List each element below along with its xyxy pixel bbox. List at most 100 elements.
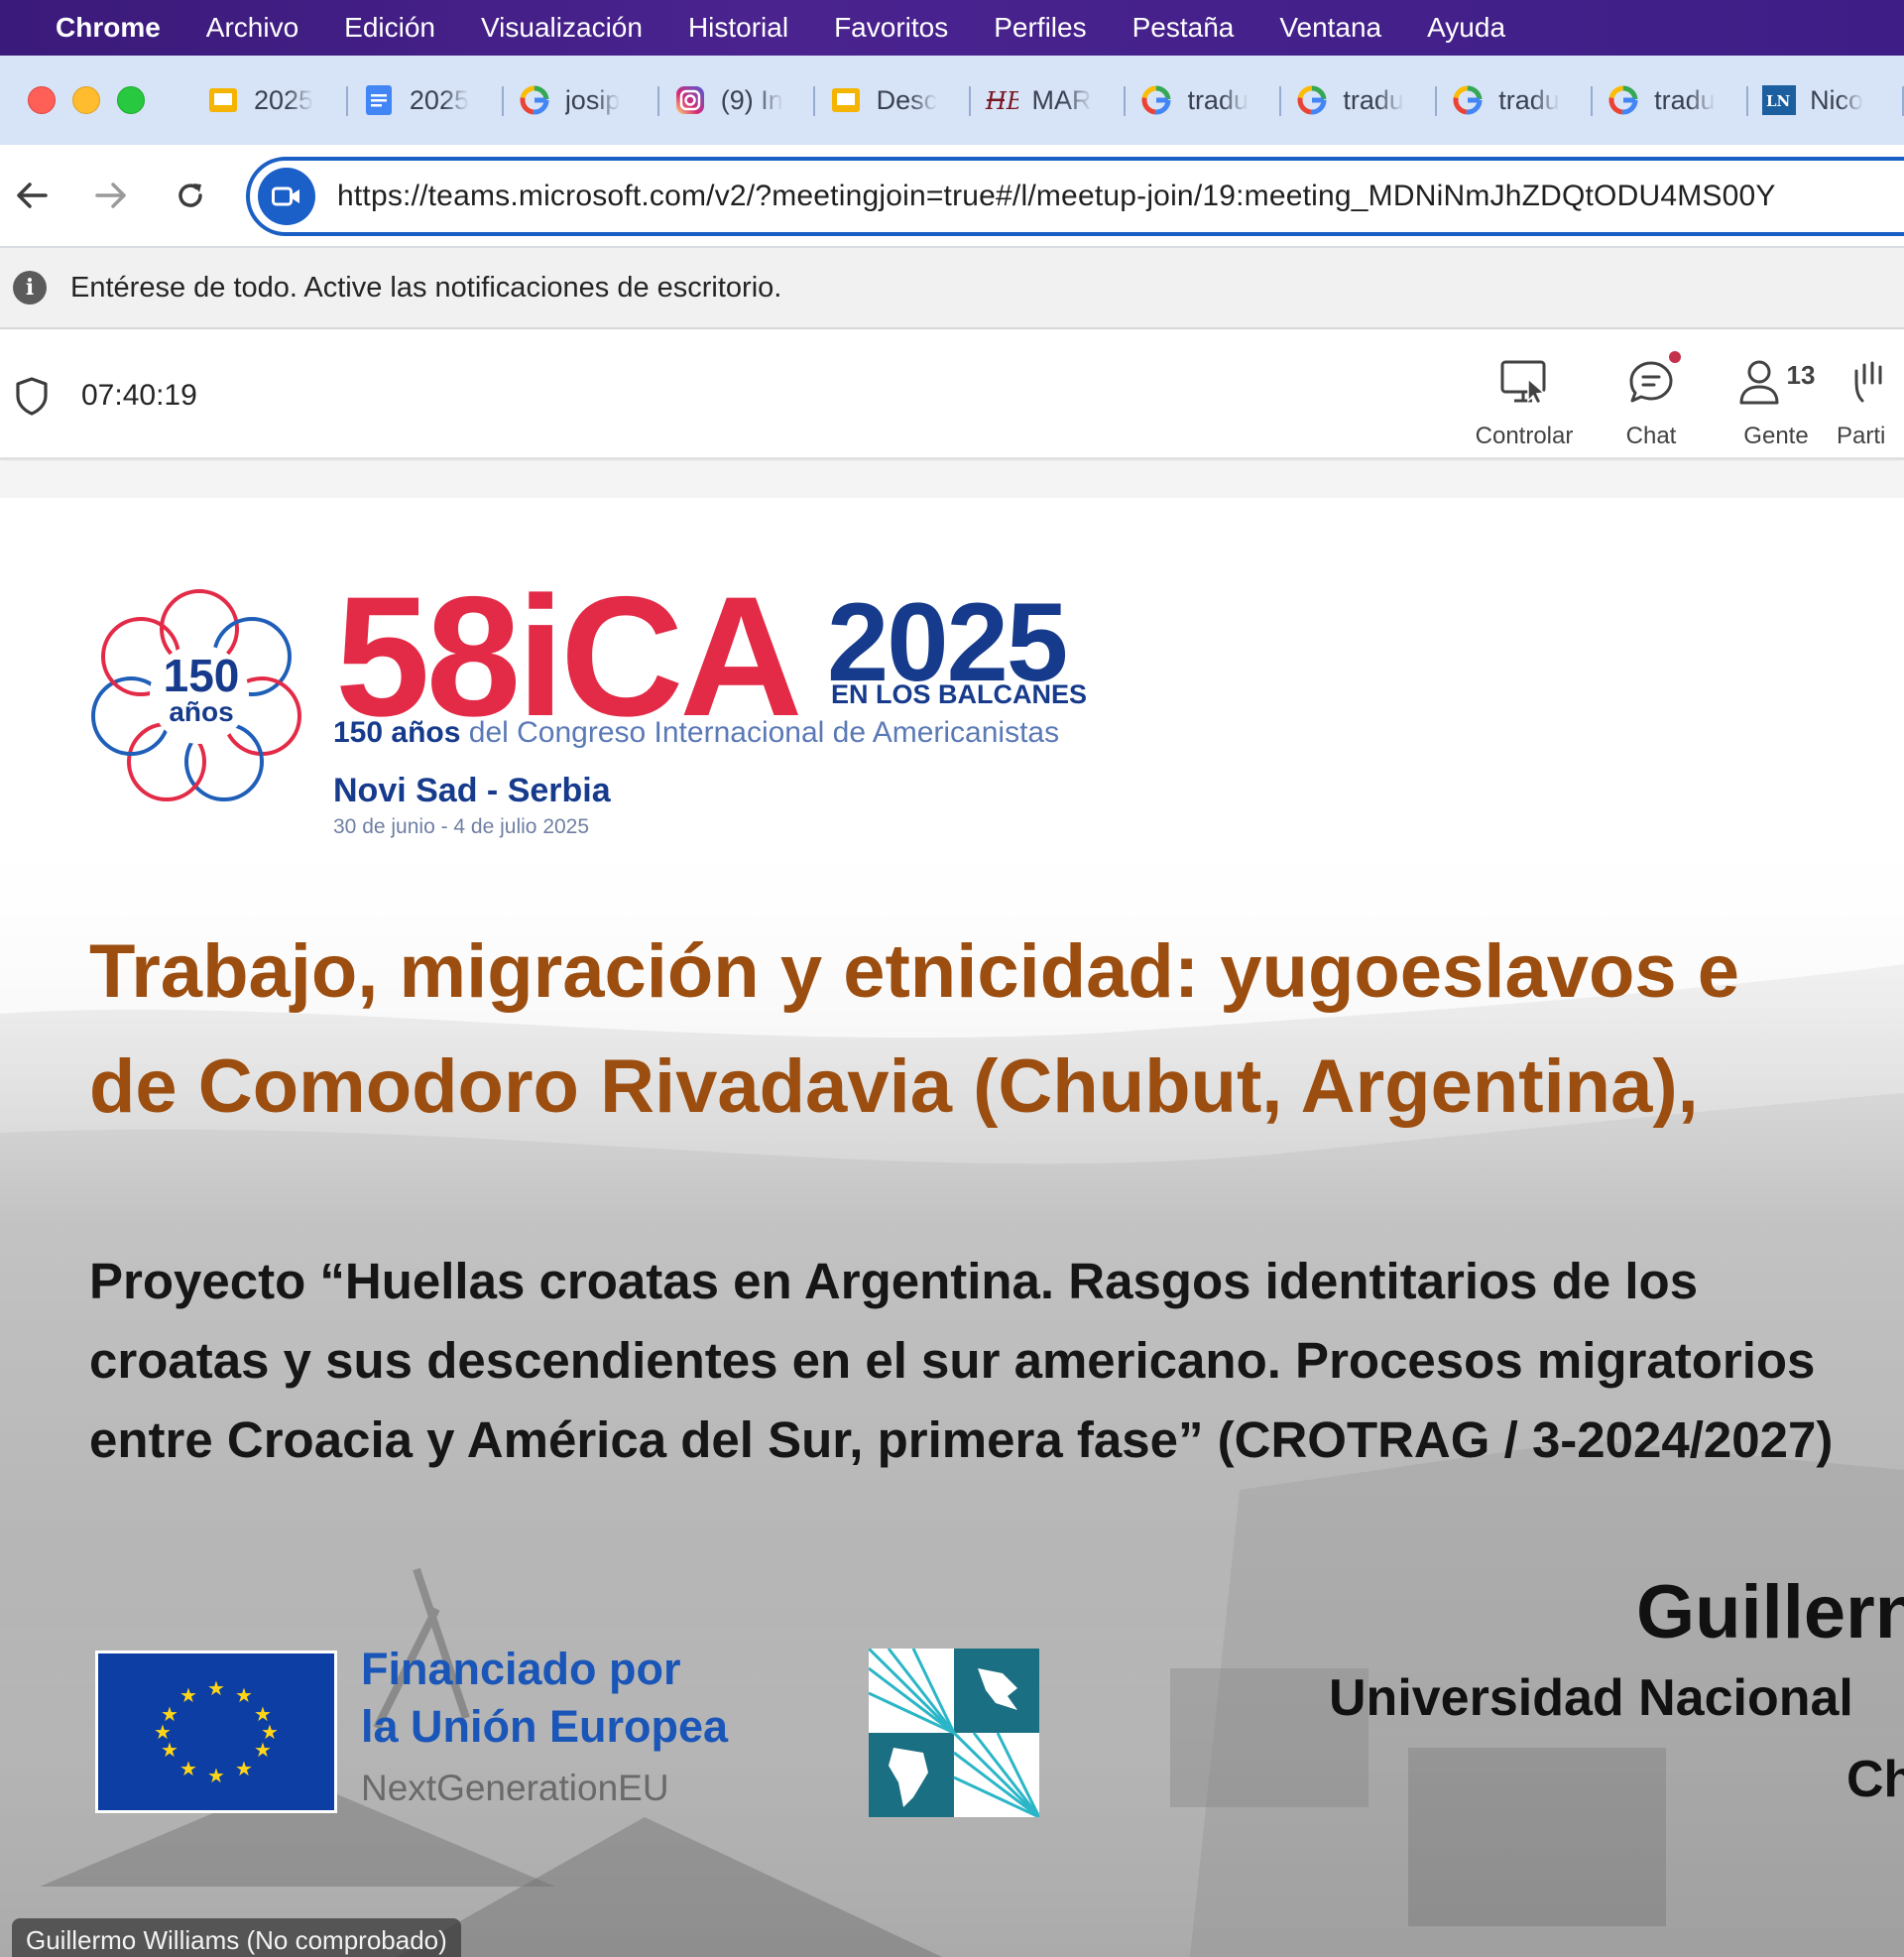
eu-funding-line-2: la Unión Europea <box>361 1701 729 1752</box>
browser-tab[interactable]: HB MAR <box>971 70 1127 130</box>
tab-title: Desc <box>876 84 938 115</box>
minimize-window-button[interactable] <box>72 86 100 114</box>
forward-button[interactable] <box>83 168 139 223</box>
shield-icon[interactable] <box>14 376 50 416</box>
eu-funding-line-3: NextGenerationEU <box>361 1768 669 1808</box>
ica-balkans: EN LOS BALCANES <box>831 679 1088 709</box>
badge-number: 150 <box>163 650 240 701</box>
participate-label: Parti <box>1837 423 1886 449</box>
info-icon: i <box>13 271 47 305</box>
participant-name-tag: Guillermo Williams (No comprobado) <box>12 1918 461 1957</box>
tab-title: tradu <box>1343 84 1404 115</box>
instagram-icon <box>673 83 707 117</box>
people-label: Gente <box>1743 423 1809 449</box>
menu-perfiles[interactable]: Perfiles <box>994 12 1086 44</box>
reload-button[interactable] <box>163 168 218 223</box>
ica-city: Novi Sad - Serbia <box>333 772 611 809</box>
browser-tab[interactable]: 2025 <box>192 70 348 130</box>
browser-tab[interactable]: tradu <box>1437 70 1594 130</box>
slide-project-text: Proyecto “Huellas croatas en Argentina. … <box>89 1253 1834 1468</box>
slide-title-line-2: de Comodoro Rivadavia (Chubut, Argentina… <box>89 1044 1699 1129</box>
unread-dot <box>1669 351 1681 363</box>
svg-text:★: ★ <box>179 1757 197 1780</box>
slides-icon <box>206 83 240 117</box>
ln-icon: LN <box>1762 83 1797 117</box>
ica-subtitle-bold: 150 años <box>333 716 461 749</box>
zoom-window-button[interactable] <box>117 86 145 114</box>
ica-logo: 150 años 58iCA 2025 EN LOS BALCANES 150 … <box>85 571 1156 838</box>
menu-pestana[interactable]: Pestaña <box>1132 12 1235 44</box>
slides-icon <box>829 83 863 117</box>
people-button[interactable]: 13 Gente <box>1712 351 1841 450</box>
browser-tab[interactable]: 2025 <box>348 70 504 130</box>
google-icon <box>1606 83 1640 117</box>
tab-title: Nico <box>1810 84 1864 115</box>
menu-edicion[interactable]: Edición <box>344 12 435 44</box>
url-text[interactable]: https://teams.microsoft.com/v2/?meetingj… <box>337 180 1776 213</box>
svg-text:LN: LN <box>1766 92 1791 110</box>
browser-tab[interactable]: tradu <box>1281 70 1438 130</box>
ica-subtitle-rest: del Congreso Internacional de Americanis… <box>460 716 1060 749</box>
browser-tab[interactable]: (9) In <box>659 70 815 130</box>
tab-title: (9) In <box>720 84 783 115</box>
control-button[interactable]: Controlar <box>1460 351 1589 450</box>
chat-label: Chat <box>1625 423 1677 449</box>
eu-flag-icon: ★ ★ ★ ★ ★ ★ ★ ★ ★ ★ ★ ★ <box>95 1651 337 1813</box>
close-window-button[interactable] <box>28 86 56 114</box>
raise-hand-icon <box>1829 351 1890 409</box>
svg-text:★: ★ <box>235 1683 253 1707</box>
tab-title: tradu <box>1654 84 1716 115</box>
notification-infobar: i Entérese de todo. Active las notificac… <box>0 248 1904 329</box>
google-icon <box>1139 83 1173 117</box>
menu-app-chrome[interactable]: Chrome <box>56 12 161 44</box>
tab-title: tradu <box>1498 84 1560 115</box>
macos-menu-bar: Chrome Archivo Edición Visualización His… <box>0 0 1904 56</box>
speaker-university: Universidad Nacional <box>1329 1669 1853 1727</box>
menu-ventana[interactable]: Ventana <box>1279 12 1381 44</box>
control-label: Controlar <box>1475 423 1574 449</box>
docs-icon <box>362 83 396 117</box>
meeting-header: 07:40:19 Controlar Chat 13 Gente Parti <box>0 331 1904 460</box>
browser-tab[interactable]: Desc <box>815 70 971 130</box>
browser-tab[interactable]: tradu <box>1593 70 1748 130</box>
browser-tab[interactable]: LN Nico <box>1748 70 1904 130</box>
svg-text:★: ★ <box>254 1738 272 1762</box>
google-icon <box>1295 83 1329 117</box>
speaker-name: Guillern <box>1636 1570 1904 1654</box>
browser-tab[interactable]: tradu <box>1126 70 1282 130</box>
chat-icon <box>1625 351 1681 409</box>
tab-title: tradu <box>1187 84 1249 115</box>
window-controls <box>28 86 145 114</box>
tab-title: 2025 <box>409 84 469 115</box>
menu-favoritos[interactable]: Favoritos <box>834 12 948 44</box>
participate-button[interactable]: Parti <box>1829 351 1904 450</box>
ica-dates: 30 de junio - 4 de julio 2025 <box>333 815 590 838</box>
menu-archivo[interactable]: Archivo <box>206 12 298 44</box>
ica-subtitle: 150 años del Congreso Internacional de A… <box>333 716 1059 750</box>
slide-title: Trabajo, migración y etnicidad: yugoesla… <box>89 915 1904 1145</box>
menu-historial[interactable]: Historial <box>688 12 788 44</box>
svg-text:★: ★ <box>179 1683 197 1707</box>
speaker-city: Ch <box>1846 1751 1904 1808</box>
hb-icon: HB <box>985 83 1018 117</box>
back-button[interactable] <box>4 168 60 223</box>
svg-text:★: ★ <box>161 1702 178 1726</box>
shared-content-stage: 150 años 58iCA 2025 EN LOS BALCANES 150 … <box>0 462 1904 1957</box>
google-icon <box>518 83 551 117</box>
presentation-slide: 150 años 58iCA 2025 EN LOS BALCANES 150 … <box>0 498 1904 1957</box>
chat-button[interactable]: Chat <box>1587 351 1716 450</box>
people-count: 13 <box>1786 360 1816 390</box>
browser-tab[interactable]: josip <box>504 70 659 130</box>
tab-title: 2025 <box>254 84 314 115</box>
address-bar[interactable]: https://teams.microsoft.com/v2/?meetingj… <box>246 157 1904 236</box>
google-icon <box>1451 83 1485 117</box>
tab-title: MAR <box>1031 84 1092 115</box>
teams-camera-icon[interactable] <box>258 168 315 225</box>
menu-visualizacion[interactable]: Visualización <box>481 12 643 44</box>
screen-control-icon <box>1498 351 1550 409</box>
svg-text:★: ★ <box>235 1757 253 1780</box>
people-icon: 13 <box>1737 351 1816 409</box>
meeting-timer: 07:40:19 <box>81 379 197 412</box>
menu-ayuda[interactable]: Ayuda <box>1427 12 1505 44</box>
infobar-text: Entérese de todo. Active las notificacio… <box>70 271 782 304</box>
